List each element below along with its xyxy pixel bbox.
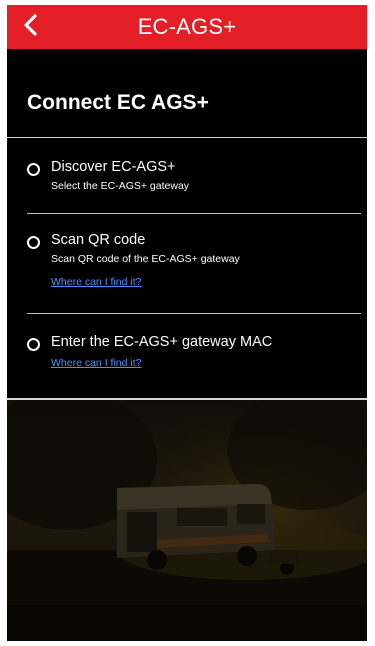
background-image (7, 400, 367, 641)
chevron-left-icon (22, 13, 38, 42)
option-scan-qr[interactable]: Scan QR code Scan QR code of the EC-AGS+… (27, 232, 357, 292)
divider (27, 213, 361, 214)
where-can-i-find-it-link[interactable]: Where can I find it? (51, 276, 141, 288)
divider (7, 137, 367, 138)
option-discover[interactable]: Discover EC-AGS+ Select the EC-AGS+ gate… (27, 159, 357, 199)
option-subtitle: Select the EC-AGS+ gateway (51, 180, 190, 192)
page-title: Connect EC AGS+ (27, 91, 209, 114)
option-title: Scan QR code (51, 232, 146, 248)
radio-button[interactable] (27, 338, 40, 351)
divider (27, 313, 361, 314)
option-title: Enter the EC-AGS+ gateway MAC (51, 334, 273, 350)
option-enter-mac[interactable]: Enter the EC-AGS+ gateway MAC Where can … (27, 334, 357, 374)
app-screen: EC-AGS+ Connect EC AGS+ Discover EC-AGS+… (7, 5, 367, 641)
header-title: EC-AGS+ (137, 14, 237, 39)
radio-button[interactable] (27, 163, 40, 176)
app-header: EC-AGS+ (7, 5, 367, 49)
back-button[interactable] (15, 11, 45, 43)
option-subtitle: Scan QR code of the EC-AGS+ gateway (51, 253, 240, 265)
radio-button[interactable] (27, 236, 40, 249)
option-title: Discover EC-AGS+ (51, 159, 176, 175)
where-can-i-find-it-link[interactable]: Where can I find it? (51, 357, 141, 369)
